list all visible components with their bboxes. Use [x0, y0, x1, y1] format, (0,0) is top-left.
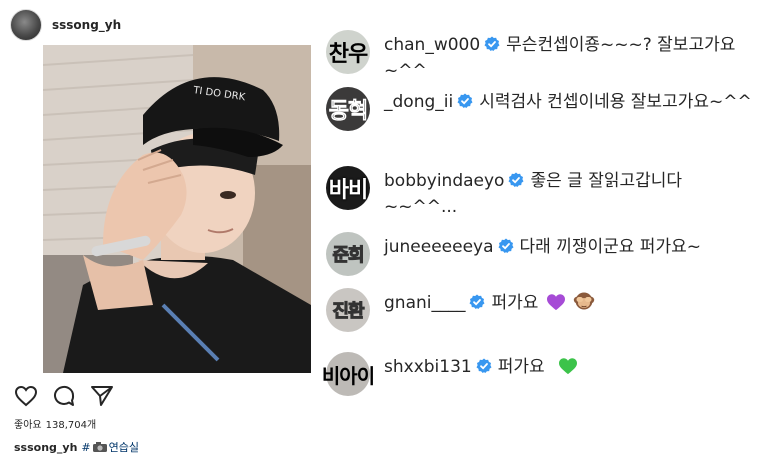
- comment-text: 시력검사 컨셉이네용 잘보고가요~^^: [479, 92, 752, 112]
- verified-badge-icon: [457, 93, 473, 108]
- likes-number: 138,704개: [45, 420, 97, 431]
- commenter-avatar[interactable]: 준회: [326, 232, 370, 276]
- comment-text: 퍼가요: [491, 293, 539, 313]
- verified-badge-icon: [498, 238, 514, 253]
- comment-text: 퍼가요: [497, 357, 545, 377]
- comment-item: 동혁 _dong_ii 시력검사 컨셉이네용 잘보고가요~^^: [326, 87, 756, 137]
- commenter-username[interactable]: juneeeeeeya: [384, 237, 494, 257]
- post-caption: sssong_yh # 연습실: [14, 439, 139, 455]
- comment-text: 다래 끼쟁이군요 퍼가요~: [519, 237, 701, 257]
- commenter-avatar[interactable]: 동혁: [326, 87, 370, 131]
- comment-item: 비아이 shxxbi131 퍼가요: [322, 352, 756, 402]
- post-photo[interactable]: TI DO DRK: [43, 45, 311, 373]
- verified-badge-icon: [476, 358, 492, 373]
- commenter-avatar[interactable]: 진환: [326, 288, 370, 332]
- comment-icon[interactable]: [52, 384, 76, 408]
- verified-badge-icon: [484, 36, 500, 51]
- avatar-name-text: 준회: [332, 245, 365, 267]
- comment-item: 준회 juneeeeeeya 다래 끼쟁이군요 퍼가요~: [326, 232, 756, 282]
- comment-body: shxxbi131 퍼가요: [384, 354, 756, 380]
- verified-badge-icon: [508, 172, 524, 187]
- comment-body: chan_w000 무슨컨셉이죵~~~? 잘보고가요 ~^^: [384, 32, 756, 84]
- post-header: sssong_yh: [10, 8, 121, 42]
- comment-item: 진환 gnani____ 퍼가요: [326, 288, 756, 338]
- post-author-avatar[interactable]: [10, 9, 42, 41]
- comment-item: 바비 bobbyindaeyo 좋은 글 잘읽고갑니다 ~~^^...: [326, 166, 756, 217]
- commenter-username[interactable]: gnani____: [384, 293, 465, 313]
- see-no-evil-monkey-icon: [574, 292, 595, 310]
- camera-emoji-icon: [92, 442, 107, 452]
- commenter-avatar[interactable]: 비아이: [322, 352, 375, 396]
- comment-body: bobbyindaeyo 좋은 글 잘읽고갑니다 ~~^^...: [384, 168, 756, 220]
- commenter-avatar[interactable]: 찬우: [326, 30, 370, 74]
- caption-username[interactable]: sssong_yh: [14, 441, 77, 454]
- likes-label: 좋아요: [14, 420, 42, 431]
- comment-item: 찬우 chan_w000 무슨컨셉이죵~~~? 잘보고가요 ~^^: [326, 30, 756, 81]
- likes-count[interactable]: 좋아요 138,704개: [14, 416, 96, 431]
- verified-badge-icon: [469, 294, 485, 309]
- comment-body: gnani____ 퍼가요: [384, 290, 756, 316]
- commenter-username[interactable]: shxxbi131: [384, 357, 472, 377]
- comment-body: _dong_ii 시력검사 컨셉이네용 잘보고가요~^^: [384, 89, 756, 115]
- heart-icon[interactable]: [14, 384, 38, 408]
- caption-hashtag[interactable]: 연습실: [109, 439, 139, 455]
- commenter-avatar[interactable]: 바비: [326, 166, 370, 210]
- green-heart-icon: [559, 358, 578, 375]
- post-action-bar: [14, 384, 114, 408]
- commenter-username[interactable]: chan_w000: [384, 35, 480, 55]
- comment-body: juneeeeeeya 다래 끼쟁이군요 퍼가요~: [384, 234, 756, 260]
- avatar-name-text: 진환: [332, 301, 365, 323]
- avatar-name-text: 찬우: [328, 42, 368, 67]
- caption-hash[interactable]: #: [81, 441, 90, 454]
- post-author-username[interactable]: sssong_yh: [52, 18, 121, 32]
- paper-plane-icon[interactable]: [90, 384, 114, 408]
- commenter-username[interactable]: _dong_ii: [384, 92, 453, 112]
- avatar-name-text: 동혁: [328, 99, 368, 125]
- avatar-name-text: 비아이: [321, 363, 375, 388]
- avatar-name-text: 바비: [328, 178, 368, 203]
- commenter-username[interactable]: bobbyindaeyo: [384, 171, 504, 191]
- purple-heart-icon: [546, 294, 565, 311]
